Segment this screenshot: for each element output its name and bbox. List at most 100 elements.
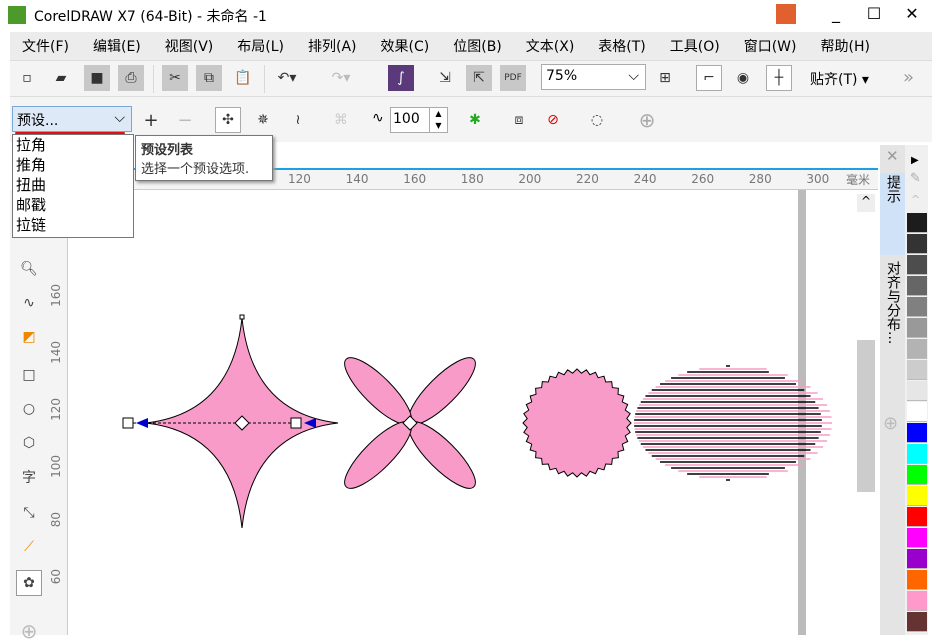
menu-item[interactable]: 位图(B) [441,36,514,56]
distort-tool-icon[interactable]: ✿ [16,570,42,596]
smart-fill-icon[interactable]: ◩ [16,324,42,350]
amplitude-spinner[interactable]: 100 ▲ ▼ [390,107,448,133]
push-pull-distortion-icon[interactable]: ✣ [215,107,241,133]
distortion-handle[interactable] [122,417,134,429]
preset-select[interactable]: 预设... ⌵ [12,106,132,134]
menu-item[interactable]: 窗口(W) [732,36,809,56]
color-swatch[interactable] [907,255,927,275]
zipper-distortion-icon[interactable]: ✵ [250,107,276,133]
new-icon[interactable]: ▫ [14,65,40,91]
menu-item[interactable]: 文本(X) [514,36,587,56]
color-swatch[interactable] [907,465,927,485]
close-button[interactable]: ✕ [898,2,926,26]
add-docker-icon[interactable]: ⊕ [883,413,898,434]
import-icon[interactable]: ⇲ [432,65,458,91]
publish-pdf-icon[interactable]: PDF [500,65,526,91]
minimize-button[interactable]: _ [822,2,850,26]
zoom-level-select[interactable]: 75% ⌵ [541,64,646,90]
scrollbar-thumb[interactable] [857,340,875,492]
polygon-tool-icon[interactable]: ⬡ [16,430,42,456]
palette-scroll-up-icon[interactable]: ^ [911,193,920,206]
scroll-up-icon[interactable]: ^ [857,194,875,212]
color-swatch[interactable] [907,318,927,338]
preset-option[interactable]: 拉链 [13,215,133,235]
zipper-circle-shape[interactable] [522,368,632,478]
color-swatch[interactable] [907,360,927,380]
copy-distortion-icon[interactable]: ✱ [462,107,488,133]
vertical-ruler[interactable]: 160 140 120 100 80 60 [45,190,68,635]
close-docker-icon[interactable]: ✕ [886,147,899,165]
color-swatch[interactable] [907,486,927,506]
toolbar-overflow[interactable]: » [903,67,914,88]
color-swatch[interactable] [907,612,927,632]
menu-item[interactable]: 视图(V) [153,36,226,56]
center-distortion-icon[interactable]: ⌘ [328,107,354,133]
menu-item[interactable]: 效果(C) [369,36,442,56]
color-swatch[interactable] [907,549,927,569]
corel-connect-icon[interactable]: ∫ [388,65,414,91]
redo-icon[interactable]: ↷▾ [328,65,354,91]
add-tool-icon[interactable]: ⊕ [16,618,42,644]
save-icon[interactable]: ■ [84,65,110,91]
drawing-canvas[interactable] [68,190,855,635]
snap-to-dropdown[interactable]: 贴齐(T) ▾ [810,69,869,89]
color-swatch[interactable] [907,339,927,359]
envelope-icon[interactable]: ◌ [584,107,610,133]
add-toolbar-icon[interactable]: ⊕ [634,107,660,133]
vertical-scrollbar[interactable]: ^ [855,190,877,635]
color-swatch[interactable] [907,234,927,254]
clear-distortion-icon[interactable]: ⊘ [540,107,566,133]
color-swatch[interactable] [907,402,927,422]
maximize-button[interactable]: ☐ [860,2,888,26]
twister-distortion-icon[interactable]: ≀ [285,107,311,133]
tab-align-distribute[interactable]: 对齐与分布... [880,259,905,399]
color-swatch[interactable] [907,591,927,611]
color-swatch[interactable] [907,570,927,590]
color-swatch[interactable] [907,444,927,464]
add-preset-icon[interactable]: + [138,107,164,133]
menu-item[interactable]: 工具(O) [658,36,732,56]
preset-option[interactable]: 邮戳 [13,195,133,215]
tab-hints[interactable]: 提示 [880,173,905,255]
spinner-arrows[interactable]: ▲ ▼ [429,108,447,132]
full-screen-preview-icon[interactable]: ⊞ [652,65,678,91]
paste-icon[interactable]: 📋 [230,65,256,91]
text-tool-icon[interactable]: 字 [16,464,42,490]
color-swatch[interactable] [907,381,927,401]
preset-option[interactable]: 推角 [13,155,133,175]
menu-item[interactable]: 排列(A) [296,36,369,56]
connector-tool-icon[interactable]: ⟋ [16,534,42,560]
menu-item[interactable]: 布局(L) [225,36,296,56]
rulers-icon[interactable]: ⌐ [696,65,722,91]
cut-icon[interactable]: ✂ [162,65,188,91]
ellipse-tool-icon[interactable]: ○ [16,396,42,422]
freehand-tool-icon[interactable]: ∿ [16,290,42,316]
color-swatch[interactable] [907,213,927,233]
preset-option[interactable]: 拉角 [13,135,133,155]
zoom-tool-icon[interactable]: 🔍︎ [16,256,42,282]
eyedropper-icon[interactable]: ✎ [910,171,921,186]
guidelines-icon[interactable]: ┼ [766,65,792,91]
delete-preset-icon[interactable]: − [172,107,198,133]
color-swatch[interactable] [907,528,927,548]
export-icon[interactable]: ⇱ [466,65,492,91]
color-swatch[interactable] [907,297,927,317]
menu-item[interactable]: 文件(F) [10,36,81,56]
menu-item[interactable]: 表格(T) [586,36,657,56]
color-swatch[interactable] [907,507,927,527]
dimension-tool-icon[interactable]: ⤡ [16,500,42,526]
copy-icon[interactable]: ⧉ [196,65,222,91]
menu-item[interactable]: 编辑(E) [81,36,153,56]
grid-icon[interactable]: ◉ [730,65,756,91]
open-icon[interactable]: ▰ [48,65,74,91]
rectangle-tool-icon[interactable]: □ [16,362,42,388]
color-swatch[interactable] [907,276,927,296]
amplitude-handle[interactable] [290,417,302,429]
undo-icon[interactable]: ↶▾ [274,65,300,91]
preset-option[interactable]: 扭曲 [13,175,133,195]
color-swatch[interactable] [907,423,927,443]
palette-menu-icon[interactable]: ▶ [911,155,919,166]
print-icon[interactable]: ⎙ [118,65,144,91]
convert-to-curves-icon[interactable]: ⧈ [506,107,532,133]
menu-item[interactable]: 帮助(H) [809,36,882,56]
